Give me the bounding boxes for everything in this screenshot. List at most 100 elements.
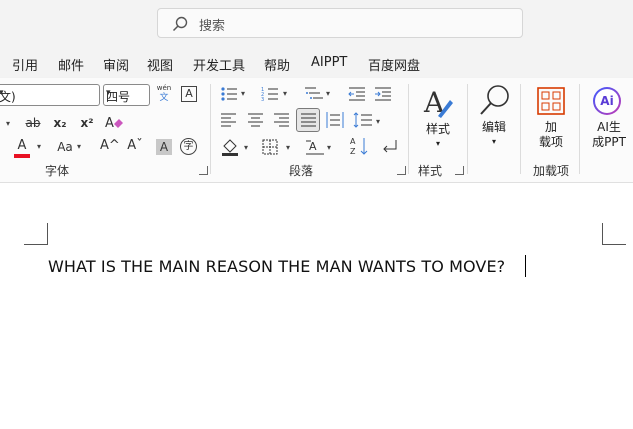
chevron-down-icon: ▾	[106, 88, 111, 98]
chevron-down-icon[interactable]: ▾	[283, 89, 287, 98]
tab-view[interactable]: 视图	[147, 55, 173, 74]
align-center-icon[interactable]	[248, 113, 264, 127]
increase-indent-icon[interactable]	[374, 86, 392, 102]
svg-text:3: 3	[261, 97, 264, 102]
character-shading-glyph: A	[159, 140, 169, 154]
sort-icon[interactable]: AZ	[350, 136, 370, 156]
addins-icon	[537, 87, 565, 115]
enclose-characters-glyph: 字	[183, 141, 194, 152]
ai-ppt-button[interactable]: Ai AI生 成PPT	[586, 86, 632, 156]
ai-ppt-label-line2: 成PPT	[592, 135, 626, 149]
clear-formatting-icon[interactable]: A	[104, 114, 124, 132]
align-left-icon[interactable]	[221, 113, 237, 127]
chevron-down-icon[interactable]: ▾	[244, 143, 248, 152]
shading-icon[interactable]	[221, 138, 239, 156]
shrink-font-button[interactable]: Aˇ	[126, 138, 144, 154]
paragraph-dialog-launcher-icon[interactable]	[397, 166, 406, 175]
phonetic-guide-top: wén	[156, 84, 172, 92]
subscript-button[interactable]: x₂	[51, 115, 69, 131]
svg-text:Z: Z	[350, 147, 356, 156]
font-color-glyph: A	[17, 138, 27, 153]
addins-button-label-line2: 载项	[538, 135, 563, 149]
tab-review[interactable]: 审阅	[103, 55, 129, 74]
character-border-button[interactable]: A	[181, 86, 197, 102]
chevron-down-icon: ▾	[0, 88, 4, 98]
character-shading-button[interactable]: A	[156, 139, 172, 155]
crop-mark	[47, 223, 48, 244]
ai-badge-icon: Ai	[593, 87, 621, 115]
borders-icon[interactable]	[262, 139, 278, 155]
justify-icon	[301, 113, 316, 127]
title-bar: 搜索	[0, 0, 633, 46]
group-divider	[520, 84, 521, 174]
grow-font-glyph: A^	[100, 138, 120, 153]
strikethrough-button[interactable]: ab	[23, 115, 43, 131]
addins-button[interactable]: 加 载项	[530, 86, 572, 156]
font-name-select[interactable]: 文) ▾	[0, 84, 100, 106]
ribbon-tabs: 引用 邮件 审阅 视图 开发工具 帮助 AIPPT 百度网盘	[0, 46, 633, 78]
numbering-icon[interactable]: 123	[261, 86, 279, 102]
multilevel-list-icon[interactable]	[304, 86, 324, 102]
tab-mailings[interactable]: 邮件	[58, 55, 84, 74]
chinese-layout-icon[interactable]: A	[305, 138, 325, 156]
line-spacing-icon[interactable]	[353, 112, 373, 128]
phonetic-guide-button[interactable]: wén 文	[155, 84, 173, 106]
chevron-down-icon[interactable]: ▾	[6, 119, 10, 128]
search-placeholder: 搜索	[199, 19, 226, 34]
superscript-button[interactable]: x²	[78, 115, 96, 131]
change-case-glyph: Aa	[57, 140, 73, 154]
document-page[interactable]: WHAT IS THE MAIN REASON THE MAN WANTS TO…	[0, 183, 633, 429]
shrink-font-glyph: Aˇ	[127, 138, 143, 153]
distributed-icon[interactable]	[326, 112, 344, 128]
font-dialog-launcher-icon[interactable]	[199, 166, 208, 175]
grow-font-button[interactable]: A^	[100, 138, 120, 154]
svg-text:A: A	[105, 116, 114, 131]
align-right-icon[interactable]	[274, 113, 290, 127]
search-box[interactable]: 搜索	[157, 8, 523, 38]
editing-button[interactable]: 编辑 ▾	[474, 82, 514, 152]
styles-group-label: 样式	[418, 164, 443, 178]
group-divider	[408, 84, 409, 174]
svg-text:A: A	[350, 137, 356, 146]
change-case-button[interactable]: Aa	[55, 139, 75, 155]
chevron-down-icon[interactable]: ▾	[241, 89, 245, 98]
enclose-characters-button[interactable]: 字	[180, 138, 197, 155]
group-divider	[467, 84, 468, 174]
chevron-down-icon[interactable]: ▾	[326, 89, 330, 98]
tab-aippt[interactable]: AIPPT	[311, 55, 347, 70]
addins-group-label: 加载项	[533, 164, 570, 178]
tab-developer[interactable]: 开发工具	[193, 55, 245, 74]
chevron-down-icon[interactable]: ▾	[327, 143, 331, 152]
tab-baidu-netdisk[interactable]: 百度网盘	[368, 55, 420, 74]
chevron-down-icon[interactable]: ▾	[37, 142, 41, 151]
font-size-select[interactable]: 四号 ▾	[103, 84, 150, 106]
bullets-icon[interactable]	[220, 86, 238, 102]
magnifier-icon	[480, 85, 509, 115]
strikethrough-glyph: ab	[25, 116, 41, 130]
crop-mark	[602, 223, 603, 244]
text-cursor	[525, 255, 526, 277]
font-color-bar	[14, 154, 30, 158]
character-border-glyph: A	[185, 87, 193, 100]
search-icon	[172, 16, 188, 32]
styles-button[interactable]: A 样式 ▾	[416, 84, 460, 154]
chevron-down-icon[interactable]: ▾	[77, 142, 81, 151]
superscript-glyph: x²	[80, 116, 94, 130]
document-text[interactable]: WHAT IS THE MAIN REASON THE MAN WANTS TO…	[48, 257, 505, 276]
decrease-indent-icon[interactable]	[348, 86, 366, 102]
chevron-down-icon: ▾	[435, 139, 440, 148]
show-formatting-marks-icon[interactable]	[380, 138, 398, 156]
group-divider	[210, 84, 211, 174]
justify-button[interactable]	[296, 108, 320, 132]
tab-references[interactable]: 引用	[12, 55, 38, 74]
ai-badge-text: Ai	[595, 89, 619, 113]
styles-button-label: 样式	[425, 122, 450, 136]
ribbon: 文) ▾ 四号 ▾ wén 文 A ▾ ab x₂ x² A A ▾ Aa ▾ …	[0, 78, 633, 183]
font-color-button[interactable]: A	[14, 138, 30, 158]
styles-dialog-launcher-icon[interactable]	[455, 166, 464, 175]
chevron-down-icon[interactable]: ▾	[286, 143, 290, 152]
tab-help[interactable]: 帮助	[264, 55, 290, 74]
chevron-down-icon[interactable]: ▾	[376, 117, 380, 126]
ai-ppt-label-line1: AI生	[597, 120, 621, 134]
addins-button-label-line1: 加	[544, 120, 557, 134]
